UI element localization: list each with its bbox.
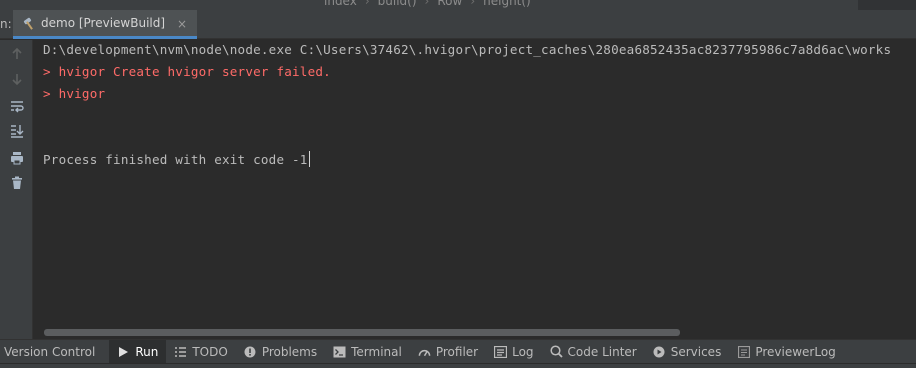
- console-command-line: D:\development\nvm\node\node.exe C:\User…: [43, 42, 892, 57]
- finish-message: Process finished with exit code -1: [43, 152, 308, 167]
- tool-window-label: Problems: [261, 344, 318, 359]
- console-error-line: > hvigor Create hvigor server failed.: [43, 64, 331, 79]
- tool-window-label: Services: [670, 344, 722, 359]
- tool-window-problems[interactable]: Problems: [236, 340, 325, 364]
- tab-run-configuration[interactable]: demo [PreviewBuild] ×: [13, 10, 197, 39]
- profiler-icon: [418, 345, 431, 358]
- tool-window-profiler[interactable]: Profiler: [410, 340, 486, 364]
- run-icon: [117, 345, 130, 358]
- panel-label: n:: [0, 17, 12, 31]
- scroll-up-icon[interactable]: [9, 46, 25, 62]
- breadcrumb-separator: ›: [470, 0, 476, 8]
- tool-window-label: TODO: [192, 344, 228, 359]
- tool-window-log[interactable]: Log: [486, 340, 541, 364]
- horizontal-scrollbar[interactable]: [44, 329, 680, 336]
- console-error-line: > hvigor: [43, 86, 106, 101]
- services-icon: [653, 345, 666, 358]
- console-finish-line: Process finished with exit code -1: [43, 151, 310, 167]
- hammer-icon: [22, 16, 37, 31]
- text-caret: [308, 151, 310, 167]
- tool-window-terminal[interactable]: Terminal: [325, 340, 410, 364]
- scroll-down-icon[interactable]: [9, 71, 25, 87]
- terminal-icon: [333, 345, 346, 358]
- tool-window-label: Run: [135, 344, 159, 359]
- breadcrumb-item-build[interactable]: build(): [372, 0, 423, 8]
- breadcrumb-item-index[interactable]: index: [318, 0, 363, 8]
- print-icon[interactable]: [9, 150, 25, 166]
- tool-window-label: Code Linter: [567, 344, 637, 359]
- tool-window-bar: Version Control Run TODO Problems Termin…: [0, 339, 916, 364]
- breadcrumb-item-height[interactable]: height(): [477, 0, 537, 8]
- trash-icon[interactable]: [9, 175, 25, 191]
- tab-title: demo [PreviewBuild]: [41, 16, 166, 30]
- tool-window-label: Log: [512, 344, 534, 359]
- run-tool-window-header: n: demo [PreviewBuild] ×: [0, 10, 916, 39]
- tool-window-label: PreviewerLog: [755, 344, 836, 359]
- breadcrumb: index › build() › Row › height(): [318, 0, 537, 9]
- close-icon[interactable]: ×: [177, 17, 187, 31]
- tool-window-run[interactable]: Run: [109, 339, 167, 364]
- log-icon: [494, 345, 508, 358]
- code-linter-icon: [549, 345, 563, 358]
- tool-window-previewer-log[interactable]: PreviewerLog: [729, 340, 843, 364]
- tool-window-label: Profiler: [435, 344, 479, 359]
- status-bar: [0, 363, 916, 368]
- editor-gutter-edge: [858, 0, 916, 10]
- tool-window-version-control[interactable]: Version Control: [0, 340, 103, 364]
- tool-window-services[interactable]: Services: [645, 340, 730, 364]
- tool-window-todo[interactable]: TODO: [166, 340, 235, 364]
- previewer-log-icon: [737, 345, 750, 358]
- tool-window-code-linter[interactable]: Code Linter: [542, 340, 645, 364]
- breadcrumb-item-row[interactable]: Row: [431, 0, 468, 8]
- breadcrumb-separator: ›: [364, 0, 370, 8]
- soft-wrap-icon[interactable]: [9, 98, 25, 114]
- breadcrumb-separator: ›: [424, 0, 430, 8]
- breadcrumb-strip: index › build() › Row › height(): [0, 0, 916, 10]
- todo-icon: [174, 345, 187, 358]
- console-output[interactable]: D:\development\nvm\node\node.exe C:\User…: [34, 40, 916, 339]
- console-toolbar: [0, 40, 33, 339]
- scroll-to-end-icon[interactable]: [9, 123, 25, 139]
- tool-window-label: Version Control: [4, 344, 96, 359]
- tool-window-label: Terminal: [351, 344, 402, 359]
- problems-icon: [244, 345, 257, 358]
